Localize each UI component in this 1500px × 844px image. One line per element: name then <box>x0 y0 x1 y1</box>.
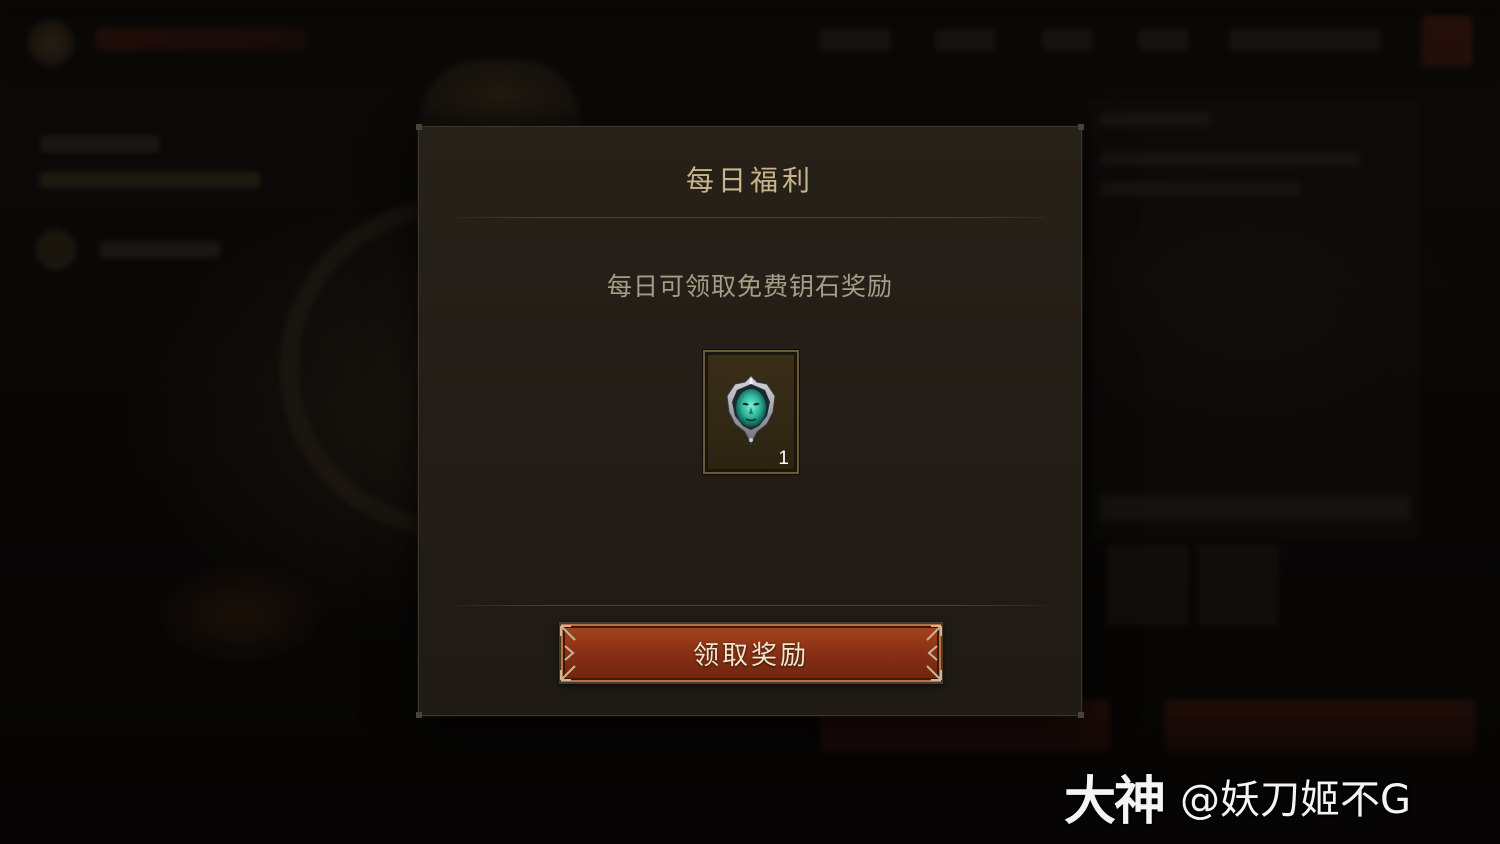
game-screen: 每日福利 每日可领取免费钥石奖励 1 领取奖励 大神 @妖刀姬不G <box>0 0 1500 844</box>
dialog-title: 每日福利 <box>685 164 814 197</box>
watermark-logo: 大神 <box>1064 771 1166 832</box>
dialog-corner <box>416 712 422 718</box>
footer-divider <box>457 605 1045 606</box>
dialog-corner <box>1078 124 1084 130</box>
keystone-icon <box>723 374 779 454</box>
claim-reward-button[interactable]: 领取奖励 <box>559 622 943 684</box>
dialog-corner <box>1078 712 1084 718</box>
watermark: 大神 @妖刀姬不G <box>1064 758 1411 834</box>
reward-count: 1 <box>778 448 789 469</box>
watermark-username: @妖刀姬不G <box>1180 777 1412 823</box>
claim-reward-label: 领取奖励 <box>692 640 809 671</box>
button-ornament-icon <box>911 622 945 684</box>
daily-reward-dialog: 每日福利 每日可领取免费钥石奖励 1 领取奖励 <box>416 124 1084 718</box>
reward-description: 每日可领取免费钥石奖励 <box>606 272 893 301</box>
title-divider <box>457 217 1045 218</box>
reward-item-slot[interactable]: 1 <box>703 350 799 474</box>
dialog-corner <box>416 124 422 130</box>
